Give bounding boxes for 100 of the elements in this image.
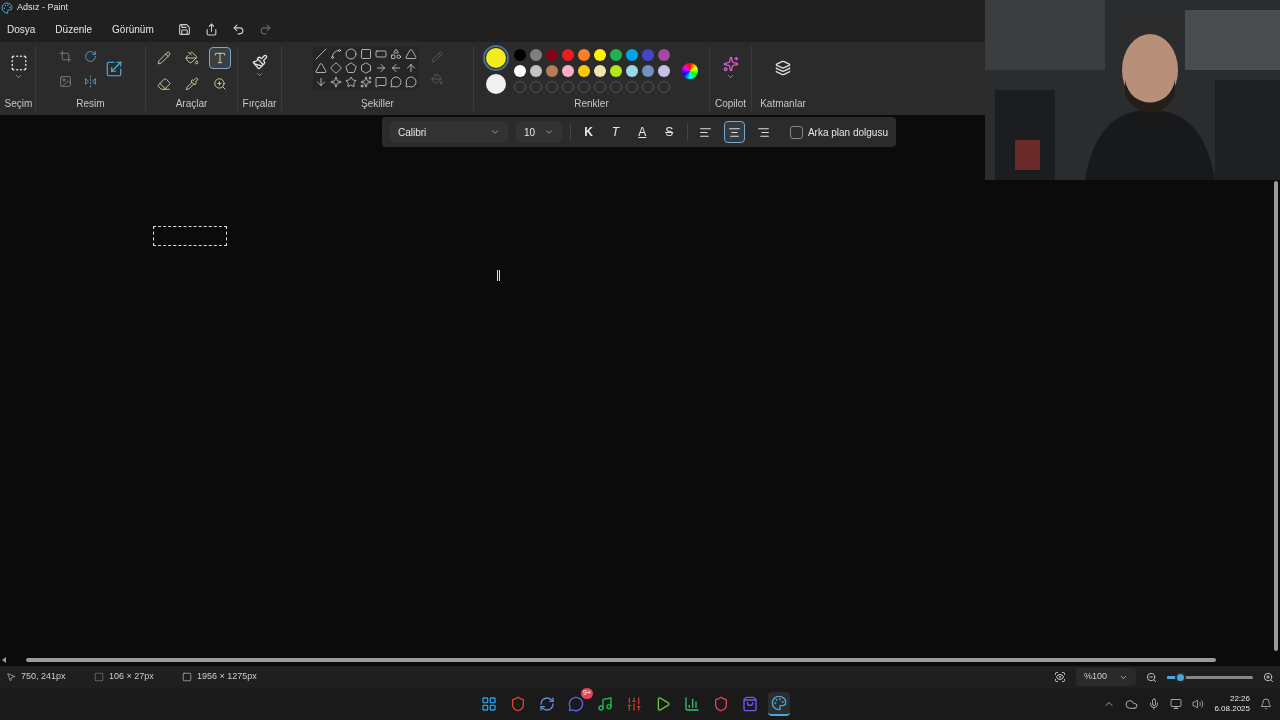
palette-swatch[interactable] (609, 49, 622, 61)
mixer-icon (626, 696, 642, 712)
text-style-button[interactable]: K (579, 123, 598, 141)
palette-swatch[interactable] (577, 65, 590, 77)
palette-swatch[interactable] (625, 65, 638, 77)
shape-icon[interactable] (329, 76, 342, 88)
align-icon (757, 125, 771, 139)
shape-icon[interactable] (314, 48, 327, 60)
align-button[interactable] (724, 121, 746, 143)
chevron-down-icon (726, 72, 735, 81)
selection-size-icon (94, 672, 104, 682)
shape-icon[interactable] (359, 76, 372, 88)
selection-size: 106 × 27px (109, 670, 154, 684)
palette-swatch[interactable] (529, 65, 542, 77)
palette-swatch[interactable] (561, 49, 574, 61)
zoom-dropdown[interactable]: %100 (1076, 668, 1136, 686)
chevron-down-icon (544, 127, 555, 137)
current-color-swatch[interactable] (485, 74, 506, 94)
notification-icon (1260, 698, 1272, 710)
shape-icon[interactable] (359, 48, 372, 60)
undo-button[interactable] (231, 22, 245, 36)
paint-app-icon (1, 2, 13, 14)
shape-icon[interactable] (344, 62, 357, 74)
palette-swatch[interactable] (641, 65, 654, 77)
shape-icon[interactable] (389, 48, 402, 60)
shape-icon[interactable] (374, 48, 387, 60)
shape-icon[interactable] (314, 62, 327, 74)
text-box[interactable] (153, 226, 227, 246)
shape-icon[interactable] (389, 62, 402, 74)
clock-time: 22:26 (1229, 694, 1250, 704)
font-size-dropdown[interactable]: 10 (515, 121, 563, 143)
chevron-down-icon (489, 127, 500, 137)
paint-bucket-icon (184, 51, 199, 65)
save-button[interactable] (177, 22, 191, 36)
palette-swatch[interactable] (657, 65, 670, 77)
horizontal-scrollbar[interactable] (26, 658, 1216, 662)
brush-button[interactable] (251, 54, 268, 79)
palette-swatch[interactable] (577, 49, 590, 61)
zoom-out-button[interactable] (1146, 671, 1157, 683)
vertical-scrollbar[interactable] (1274, 181, 1278, 651)
share-button[interactable] (204, 22, 218, 36)
selection-button[interactable] (9, 54, 28, 81)
redo-button[interactable] (258, 22, 272, 36)
menu-item[interactable]: Dosya (7, 21, 36, 37)
play-icon (655, 696, 671, 712)
palette-swatch[interactable] (641, 49, 654, 61)
color-wheel-icon[interactable] (681, 63, 698, 79)
rotate-icon (83, 50, 97, 63)
sync-icon (539, 696, 555, 712)
fill-icon (430, 73, 443, 85)
text-cursor-icon (497, 270, 500, 281)
layers-button[interactable] (775, 60, 791, 76)
font-dropdown[interactable]: Calibri (390, 121, 508, 143)
palette-swatch[interactable] (529, 49, 542, 61)
slider-thumb[interactable] (1174, 671, 1186, 683)
palette-swatch[interactable] (561, 65, 574, 77)
shape-icon[interactable] (374, 76, 387, 88)
shape-icon[interactable] (329, 48, 342, 60)
taskbar-app[interactable] (768, 692, 790, 716)
palette-swatch[interactable] (657, 49, 670, 61)
bar-chart-icon (684, 696, 700, 712)
palette-swatch[interactable] (593, 49, 606, 61)
shape-icon[interactable] (404, 76, 417, 88)
microphone-icon (1148, 698, 1161, 710)
menu-item[interactable]: Düzenle (55, 21, 93, 37)
fit-screen-button[interactable] (1054, 671, 1066, 683)
sparkles-icon (722, 56, 739, 72)
palette-swatch[interactable] (513, 49, 526, 61)
canvas-size-icon (182, 672, 192, 682)
checkbox[interactable] (789, 125, 803, 139)
palette-swatch[interactable] (545, 65, 558, 77)
group-label: Renkler (574, 97, 609, 111)
shape-icon[interactable] (359, 62, 372, 74)
pointer-icon (6, 672, 16, 682)
chat-icon (568, 696, 584, 712)
canvas-size: 1956 × 1275px (197, 670, 257, 684)
group-label: Araçlar (175, 97, 208, 111)
copilot-button[interactable] (722, 56, 739, 81)
tool-button[interactable] (208, 47, 231, 69)
shape-icon[interactable] (344, 48, 357, 60)
text-style-button[interactable]: A (632, 123, 652, 141)
palette-swatch[interactable] (545, 49, 558, 61)
current-color-swatch[interactable] (485, 48, 506, 68)
shape-icon[interactable] (344, 76, 357, 88)
palette-swatch[interactable] (625, 49, 638, 61)
shape-icon[interactable] (314, 76, 327, 88)
shape-icon[interactable] (404, 62, 417, 74)
shape-icon[interactable] (374, 62, 387, 74)
shape-icon[interactable] (389, 76, 402, 88)
magnifier-icon (212, 77, 227, 91)
palette-swatch[interactable] (593, 65, 606, 77)
palette-swatch[interactable] (513, 65, 526, 77)
shape-icon[interactable] (329, 62, 342, 74)
eraser-icon (156, 77, 171, 91)
palette-swatch[interactable] (609, 65, 622, 77)
menu-item[interactable]: Görünüm (112, 21, 154, 37)
text-style-button[interactable]: S (659, 123, 679, 141)
zoom-in-button[interactable] (1263, 671, 1274, 683)
shape-icon[interactable] (404, 48, 417, 60)
text-style-button[interactable]: T (605, 123, 625, 141)
